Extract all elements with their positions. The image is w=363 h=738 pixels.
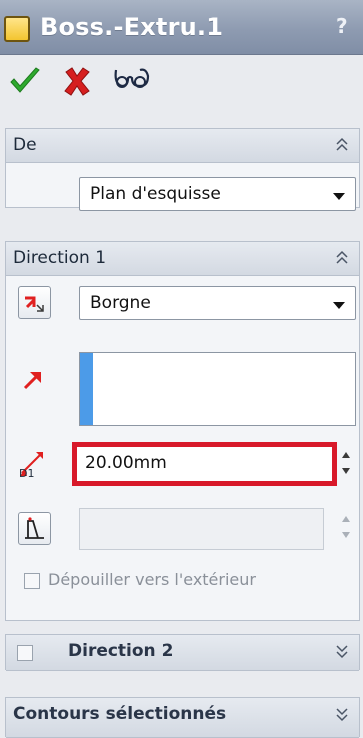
draft-outward-checkbox[interactable] [24,573,40,589]
spin-down-icon[interactable] [342,468,350,474]
spin-up-icon [342,516,350,522]
reverse-direction-icon [25,296,44,312]
selected-contours-panel-header[interactable]: Contours sélectionnés [6,698,359,738]
collapse-chevron-icon[interactable] [335,248,349,268]
draft-toggle-button[interactable] [18,512,51,545]
from-panel-header[interactable]: De [6,129,359,163]
direction2-checkbox[interactable] [17,645,33,661]
depth-label: D1 [19,467,35,480]
selected-contours-panel-title: Contours sélectionnés [13,704,227,724]
glasses-icon [114,68,150,88]
depth-spinner[interactable] [338,444,354,484]
title-bar: Boss.-Extru.1 ? [0,0,363,55]
direction-vector-icon [23,372,41,390]
draft-angle-input [79,508,324,550]
spin-down-icon [342,532,350,538]
depth-value: 20.00mm [85,453,167,473]
draft-icon [25,517,44,539]
feature-title: Boss.-Extru.1 [40,13,224,41]
direction2-panel: Direction 2 [5,634,360,671]
start-condition-value: Plan d'esquisse [90,184,221,204]
expand-chevron-icon[interactable] [335,704,349,724]
draft-outward-label: Dépouiller vers l'extérieur [48,570,256,589]
direction2-panel-title: Direction 2 [68,641,174,661]
ok-button[interactable] [8,64,42,98]
spin-up-icon[interactable] [342,452,350,458]
direction1-panel-header[interactable]: Direction 1 [6,242,359,276]
depth-input[interactable]: 20.00mm [72,442,337,486]
start-condition-dropdown[interactable]: Plan d'esquisse [79,177,356,211]
feature-icon [4,16,30,42]
selected-contours-panel: Contours sélectionnés [5,697,360,738]
end-condition-value: Borgne [90,293,151,313]
red-x-icon [64,67,90,96]
detailed-preview-button[interactable] [110,62,154,98]
selection-box-accent [80,353,93,425]
collapse-chevron-icon[interactable] [335,135,349,155]
direction1-panel: Direction 1 Borgne D1 20.00mm Dépouiller… [5,241,360,621]
direction1-panel-title: Direction 1 [13,248,107,268]
chevron-down-icon [333,302,345,309]
draft-angle-spinner [338,508,354,548]
end-condition-dropdown[interactable]: Borgne [79,286,356,320]
cancel-button[interactable] [62,64,92,98]
green-check-icon [10,67,40,93]
chevron-down-icon [333,193,345,200]
from-panel-title: De [13,135,37,155]
help-button[interactable]: ? [336,14,348,38]
direction-selection-box[interactable] [79,352,356,426]
from-panel: De Plan d'esquisse [5,128,360,211]
reverse-direction-button[interactable] [18,286,51,319]
expand-chevron-icon[interactable] [335,641,349,661]
direction2-panel-header[interactable]: Direction 2 [6,635,359,671]
